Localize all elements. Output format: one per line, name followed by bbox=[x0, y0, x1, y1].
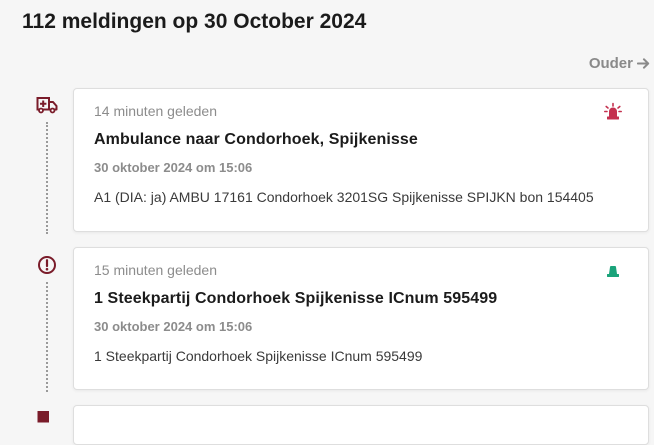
older-link[interactable]: Ouder bbox=[589, 55, 650, 72]
card-date: 30 oktober 2024 om 15:06 bbox=[94, 319, 253, 334]
page-title: 112 meldingen op 30 October 2024 bbox=[22, 10, 367, 33]
card-time-ago: 14 minuten geleden bbox=[94, 103, 217, 119]
siren-icon bbox=[604, 102, 622, 120]
notification-card[interactable]: 14 minuten geleden Ambulance naar Condor… bbox=[73, 88, 649, 232]
timeline-connector bbox=[46, 122, 48, 234]
card-title: Ambulance naar Condorhoek, Spijkenisse bbox=[94, 131, 418, 148]
alert-circle-icon bbox=[35, 253, 59, 277]
notification-card[interactable] bbox=[73, 405, 649, 445]
card-date: 30 oktober 2024 om 15:06 bbox=[94, 160, 253, 175]
card-title: 1 Steekpartij Condorhoek Spijkenisse ICn… bbox=[94, 290, 498, 307]
card-message: 1 Steekpartij Condorhoek Spijkenisse ICn… bbox=[94, 348, 423, 364]
arrow-right-icon bbox=[637, 58, 650, 69]
ambulance-icon bbox=[35, 406, 59, 430]
ambulance-icon bbox=[35, 93, 59, 117]
police-light-icon bbox=[607, 266, 619, 277]
card-message: A1 (DIA: ja) AMBU 17161 Condorhoek 3201S… bbox=[94, 189, 594, 205]
card-time-ago: 15 minuten geleden bbox=[94, 262, 217, 278]
older-link-label: Ouder bbox=[588, 55, 633, 72]
notification-card[interactable]: 15 minuten geleden 1 Steekpartij Condorh… bbox=[73, 247, 649, 390]
timeline-connector bbox=[46, 282, 48, 392]
